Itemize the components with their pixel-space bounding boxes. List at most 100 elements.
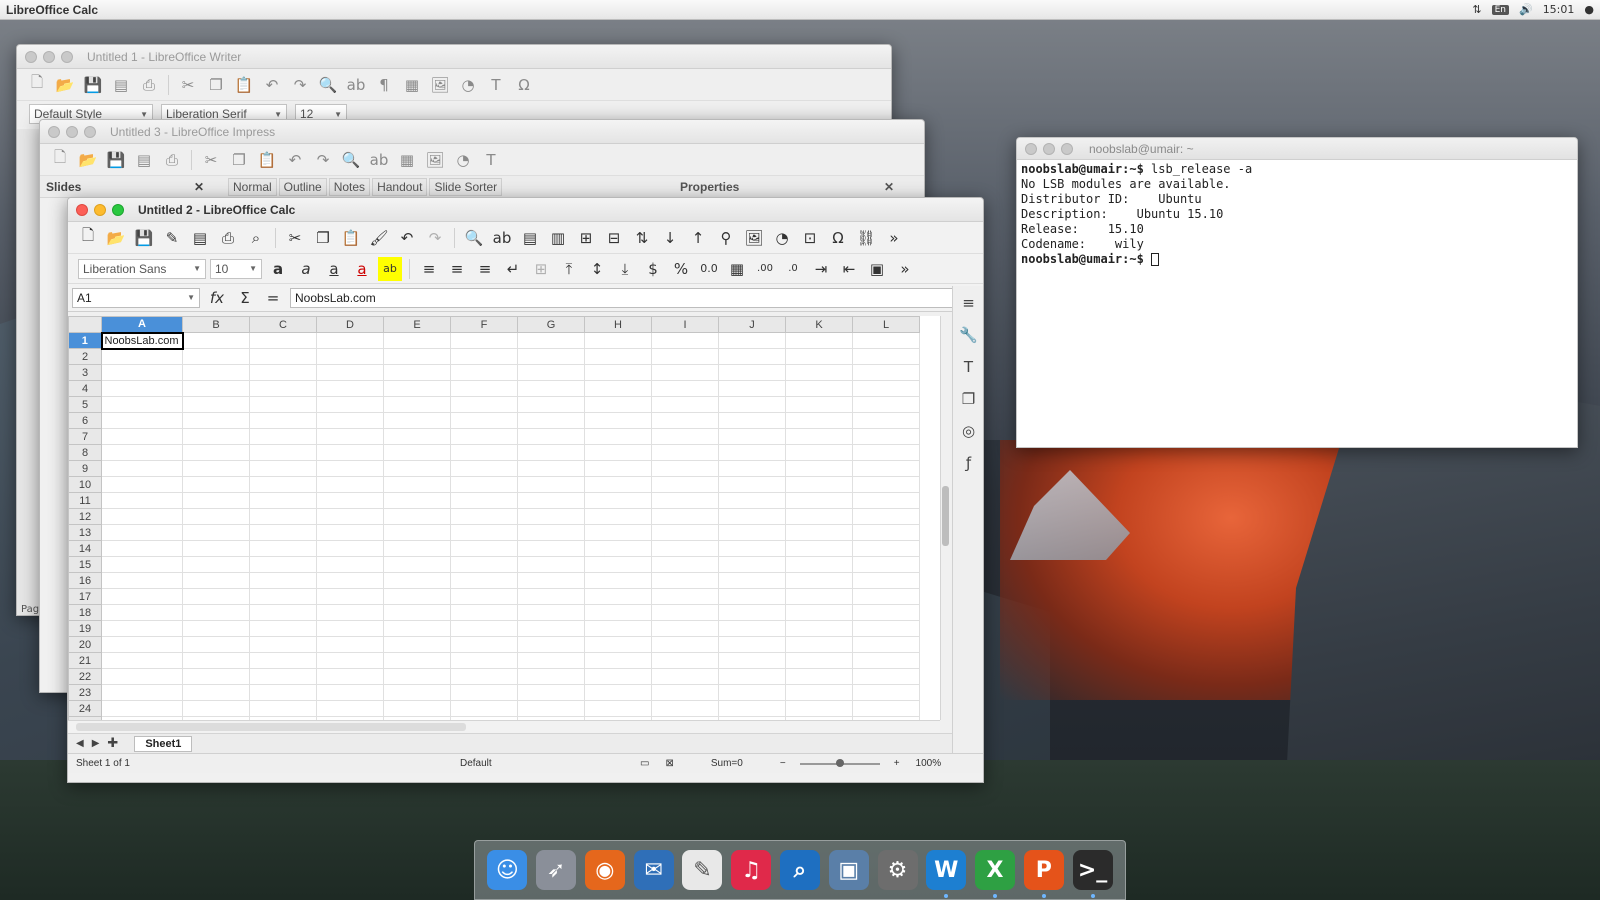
spelling-icon[interactable]: ab (490, 226, 514, 250)
cell[interactable] (101, 668, 183, 685)
cell[interactable] (182, 540, 250, 557)
cell[interactable] (316, 444, 384, 461)
cell[interactable] (101, 700, 183, 717)
cell[interactable] (584, 636, 652, 653)
horizontal-scrollbar[interactable] (68, 720, 940, 733)
cell[interactable] (182, 364, 250, 381)
cell[interactable] (651, 332, 719, 349)
cell[interactable] (584, 540, 652, 557)
add-decimal-icon[interactable]: .00 (753, 257, 777, 281)
cell[interactable] (101, 524, 183, 541)
cell[interactable] (852, 332, 920, 349)
cell[interactable] (517, 556, 585, 573)
cell[interactable] (651, 444, 719, 461)
find-icon[interactable]: 🔍 (339, 148, 363, 172)
terminal-titlebar[interactable]: noobslab@umair: ~ (1017, 138, 1577, 160)
cell[interactable] (852, 460, 920, 477)
cell[interactable] (517, 460, 585, 477)
cell[interactable] (785, 620, 853, 637)
cell[interactable] (249, 396, 317, 413)
cell[interactable] (182, 444, 250, 461)
cell[interactable] (651, 668, 719, 685)
cell[interactable] (182, 652, 250, 669)
formula-input[interactable]: NoobsLab.com (290, 287, 975, 308)
column-header-d[interactable]: D (316, 316, 384, 333)
cell[interactable] (852, 476, 920, 493)
cell[interactable] (718, 668, 786, 685)
cell[interactable] (101, 396, 183, 413)
settings-icon[interactable]: ⚙ (877, 850, 918, 890)
increase-indent-icon[interactable]: ⇥ (809, 257, 833, 281)
column-icon[interactable]: ▥ (546, 226, 570, 250)
cell[interactable] (182, 556, 250, 573)
minimize-icon[interactable] (94, 203, 106, 216)
cell[interactable] (101, 412, 183, 429)
music-icon[interactable]: ♫ (731, 850, 772, 890)
cell[interactable] (316, 556, 384, 573)
cell[interactable] (101, 540, 183, 557)
cell[interactable] (182, 508, 250, 525)
cell[interactable] (584, 556, 652, 573)
borders-icon[interactable]: ▣ (865, 257, 889, 281)
chart-icon[interactable]: ◔ (456, 73, 480, 97)
cell[interactable] (383, 652, 451, 669)
row-icon[interactable]: ▤ (518, 226, 542, 250)
cell[interactable] (785, 348, 853, 365)
cut-icon[interactable]: ✂ (199, 148, 223, 172)
cell[interactable] (718, 620, 786, 637)
cell[interactable] (450, 428, 518, 445)
cell[interactable] (785, 700, 853, 717)
cell-a1[interactable]: NoobsLab.com (100, 331, 184, 350)
cell[interactable] (584, 460, 652, 477)
cell[interactable] (718, 444, 786, 461)
cell[interactable] (852, 364, 920, 381)
highlight-icon[interactable]: ab (378, 256, 402, 281)
column-header-j[interactable]: J (718, 316, 786, 333)
cell[interactable] (249, 684, 317, 701)
cell[interactable] (852, 380, 920, 397)
cell[interactable] (249, 572, 317, 589)
cell[interactable] (249, 444, 317, 461)
print-icon[interactable]: ⎙ (160, 148, 184, 172)
cell[interactable] (249, 588, 317, 605)
cell[interactable] (383, 332, 451, 349)
cell[interactable] (852, 668, 920, 685)
autofilter-icon[interactable]: ⚲ (714, 226, 738, 250)
cell[interactable] (852, 412, 920, 429)
redo-icon[interactable]: ↷ (288, 73, 312, 97)
maximize-icon[interactable] (61, 50, 73, 63)
cell[interactable] (718, 652, 786, 669)
cell[interactable] (651, 508, 719, 525)
cell[interactable] (450, 508, 518, 525)
cell[interactable] (718, 572, 786, 589)
row-header[interactable]: 20 (68, 636, 102, 653)
cut-icon[interactable]: ✂ (176, 73, 200, 97)
row-header[interactable]: 4 (68, 380, 102, 397)
cut-icon[interactable]: ✂ (283, 226, 307, 250)
cell[interactable] (249, 556, 317, 573)
cell[interactable] (101, 620, 183, 637)
cell[interactable] (852, 636, 920, 653)
save-icon[interactable]: 💾 (132, 226, 156, 250)
cell[interactable] (450, 540, 518, 557)
cell[interactable] (383, 588, 451, 605)
cell[interactable] (383, 396, 451, 413)
name-box[interactable]: A1 ▼ (72, 287, 200, 308)
font-size-combo[interactable]: 10 ▼ (210, 258, 262, 279)
cell[interactable] (517, 364, 585, 381)
maximize-icon[interactable] (1061, 142, 1073, 155)
table-icon[interactable]: ▦ (395, 148, 419, 172)
cell[interactable] (450, 492, 518, 509)
cell[interactable] (517, 652, 585, 669)
cell[interactable] (651, 636, 719, 653)
cell[interactable] (718, 348, 786, 365)
row-header[interactable]: 24 (68, 700, 102, 717)
maximize-icon[interactable] (112, 203, 124, 216)
cell[interactable] (785, 652, 853, 669)
cell[interactable] (450, 380, 518, 397)
cell[interactable] (383, 476, 451, 493)
cell[interactable] (450, 652, 518, 669)
tab-handout[interactable]: Handout (372, 177, 428, 196)
cell[interactable] (316, 508, 384, 525)
formula-icon[interactable]: = (262, 289, 284, 307)
